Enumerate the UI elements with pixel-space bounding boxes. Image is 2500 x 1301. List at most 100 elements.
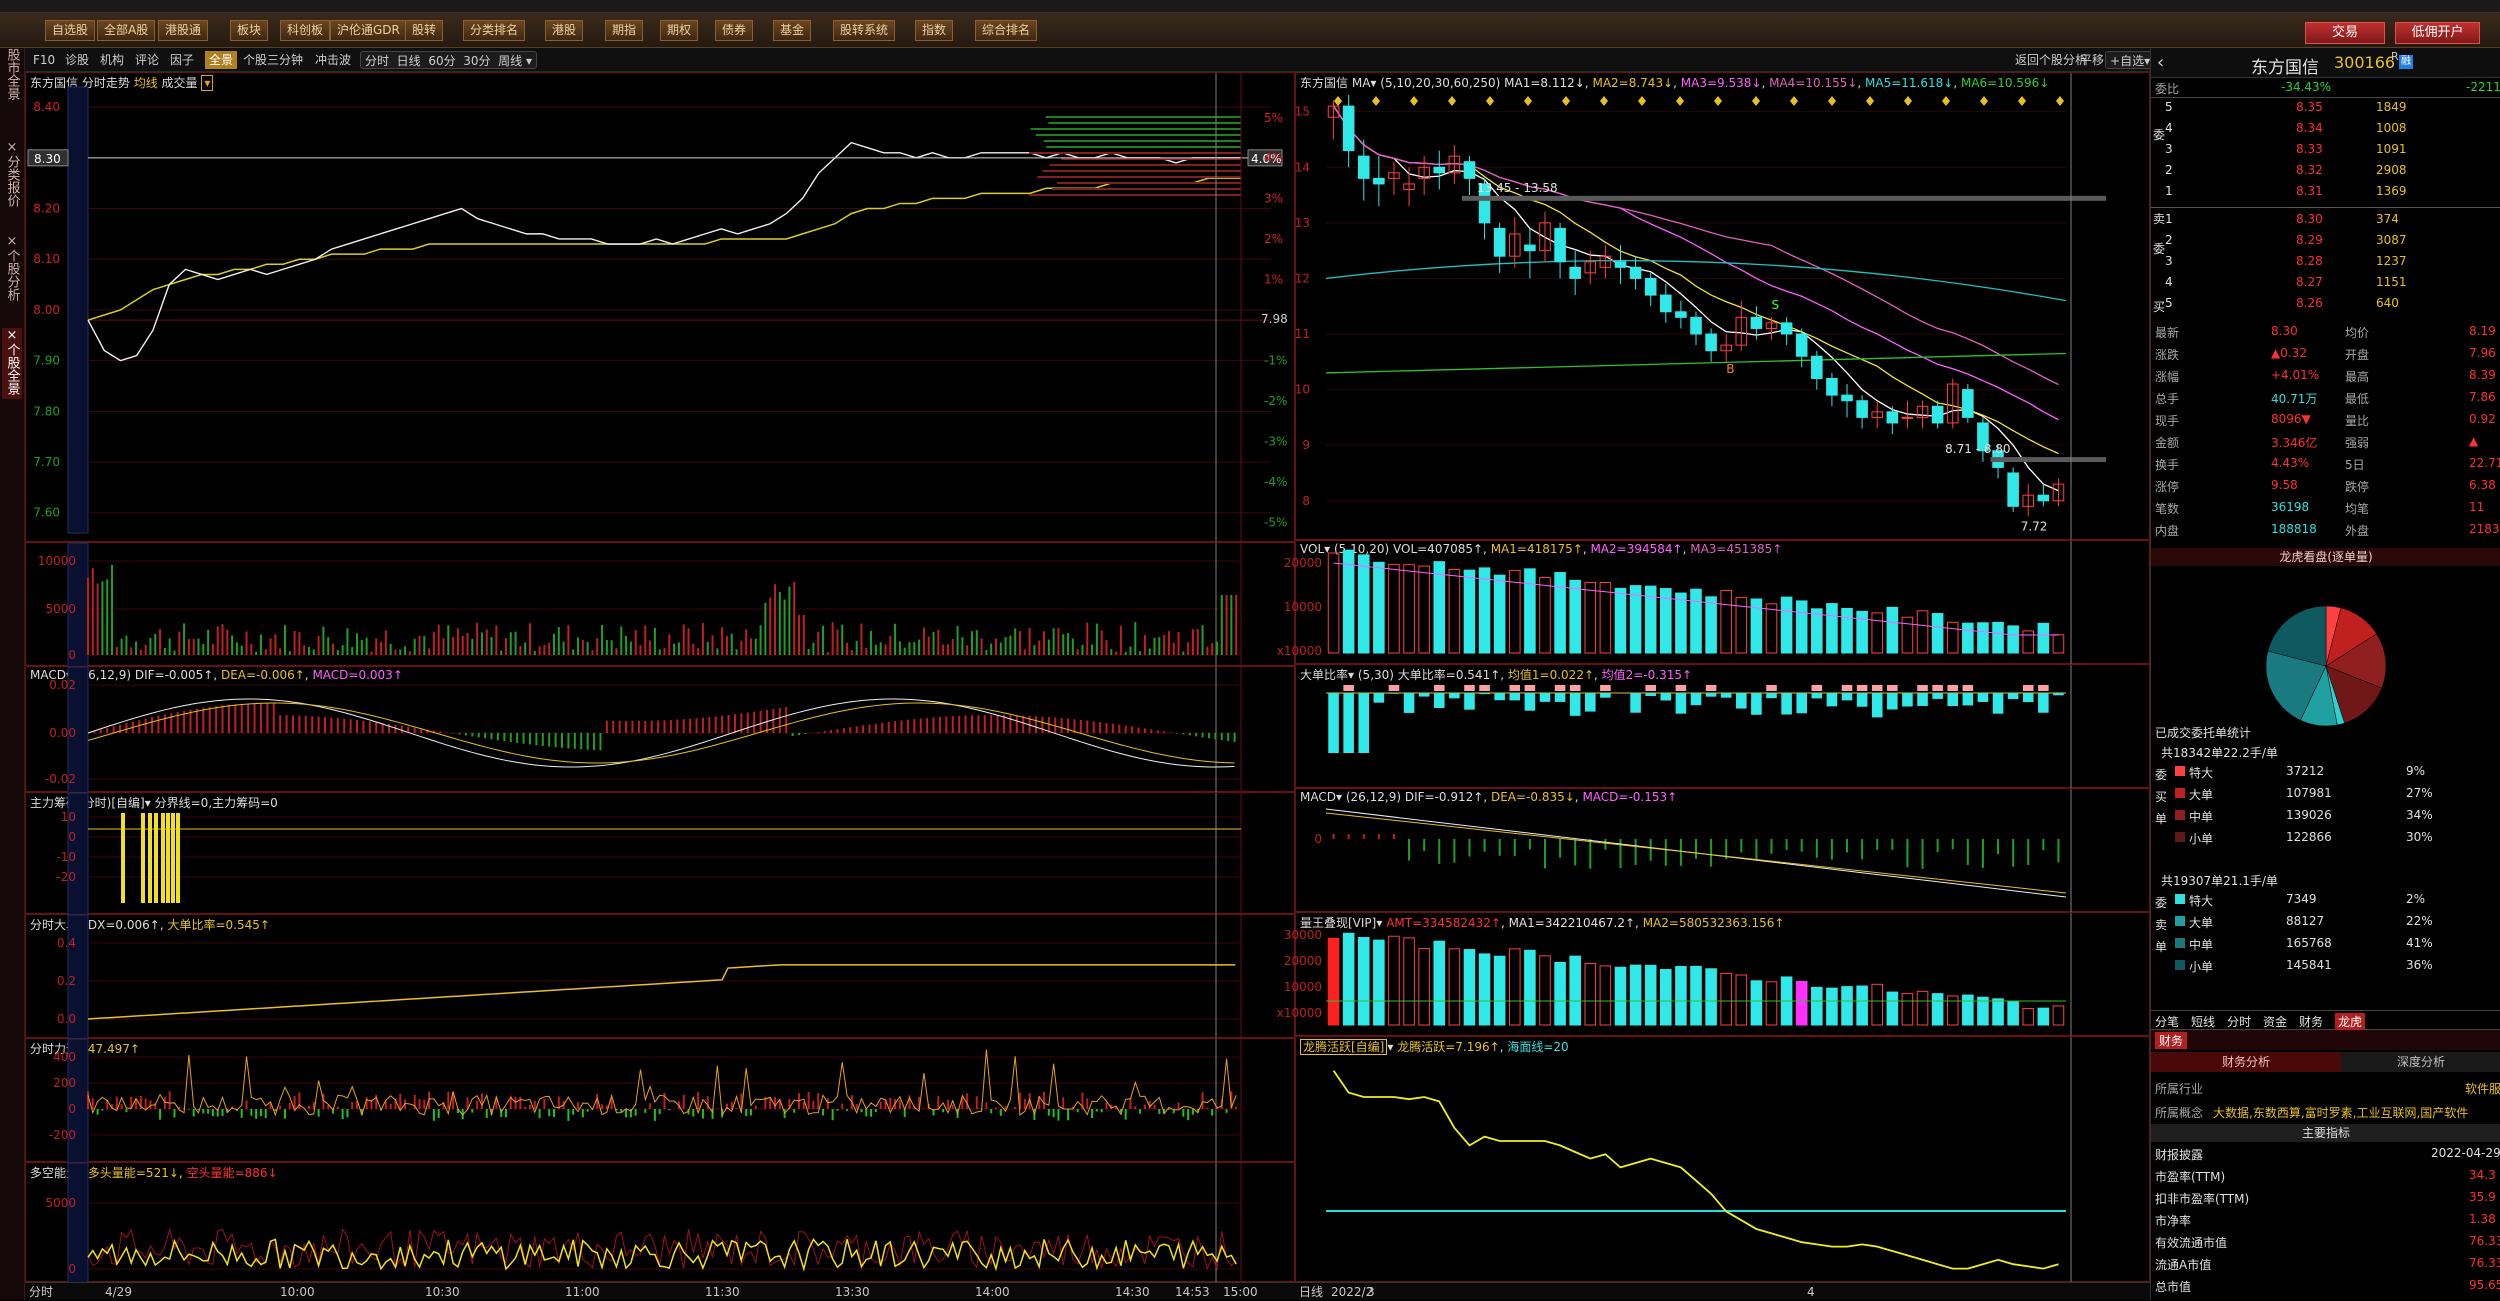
k-y-tick: 11 [1295, 327, 1310, 341]
quote-tab-1[interactable]: 短线 [2191, 1013, 2215, 1030]
chevron-left-icon[interactable]: ‹ [2157, 52, 2164, 73]
menu-item-hk-connect[interactable]: 港股通 [158, 20, 208, 41]
tab-diagnose[interactable]: 诊股 [65, 51, 89, 69]
kvol-bar [1434, 562, 1445, 653]
menu-item-all-a[interactable]: 全部A股 [97, 20, 155, 41]
open-account-button[interactable]: 低佣开户 [2395, 22, 2480, 44]
buy-type: 小单 [2189, 830, 2213, 847]
kbig-bar [1404, 693, 1415, 713]
industry-value: 软件服务 [2465, 1080, 2500, 1097]
trade-button[interactable]: 交易 [2305, 22, 2385, 44]
menu-item-transfer[interactable]: 股转 [405, 20, 443, 41]
stat-label: 换手 [2155, 456, 2179, 473]
quote-tab-5[interactable]: 龙虎 [2335, 1013, 2365, 1030]
info-icon[interactable]: 融 [2399, 55, 2413, 69]
pan-button[interactable]: 平移 [2080, 51, 2104, 69]
period-weekly[interactable]: 周线 [498, 54, 522, 68]
stat-label: 5日 [2345, 456, 2365, 473]
candle-body [1525, 245, 1536, 251]
tab-review[interactable]: 评论 [135, 51, 159, 69]
toolbar: F10 诊股 机构 评论 因子 全景 个股三分钟 冲击波 分时 日线 60分 3… [25, 48, 2150, 72]
kbig-up [1872, 685, 1883, 691]
tab-three-minutes[interactable]: 个股三分钟 [243, 51, 303, 69]
period-daily[interactable]: 日线 [397, 54, 421, 68]
kbig-bar [1676, 693, 1687, 714]
quote-tab-2[interactable]: 分时 [2227, 1013, 2251, 1030]
tab-factor[interactable]: 因子 [170, 51, 194, 69]
menu-item-sector[interactable]: 板块 [230, 20, 268, 41]
kamt-bar [1328, 938, 1339, 1025]
kdragon-panel[interactable]: 龙腾活跃[自编]▾ 龙腾活跃=7.196↑, 海面线=20 [1295, 1036, 2150, 1282]
y-tick-label: 8.20 [33, 202, 60, 216]
kmacd-panel[interactable]: MACD▾ (26,12,9) DIF=-0.912↑, DEA=-0.835↓… [1295, 788, 2150, 912]
kbig-up [1963, 685, 1974, 691]
tab-impact[interactable]: 冲击波 [315, 51, 351, 69]
quote-tab-0[interactable]: 分笔 [2155, 1013, 2179, 1030]
quote-tab-3[interactable]: 资金 [2263, 1013, 2287, 1030]
kvol-bar [1796, 601, 1807, 653]
side-tab-market[interactable]: 股市全景 [2, 48, 22, 104]
kbig-up [1389, 685, 1400, 691]
menu-item-star[interactable]: 科创板 [280, 20, 330, 41]
menu-item-watchlist[interactable]: 自选股 [45, 20, 95, 41]
dragon-title: 龙虎看盘(逐单量) [2151, 548, 2500, 566]
sell-side-char: 单 [2155, 938, 2167, 955]
menu-item-bonds[interactable]: 债券 [715, 20, 753, 41]
energy-panel[interactable]: 多空能量▾ 多头量能=521↓, 空头量能=886↓ 50000 [25, 1162, 1295, 1282]
menu-item-funds[interactable]: 基金 [773, 20, 811, 41]
time-tick-label: 14:30 [1115, 1285, 1150, 1299]
close-icon[interactable]: × [2, 328, 22, 343]
tab-panorama[interactable]: 全景 [205, 51, 237, 69]
kline-chart[interactable]: 1514131211109813.45 - 13.588.71 - 8.807.… [1296, 73, 2151, 541]
force-panel[interactable]: 分时力道▾ 47.497↑ 4002000-200 [25, 1038, 1295, 1162]
deep-analysis-tab[interactable]: 深度分析 [2341, 1052, 2500, 1072]
intraday-volume-panel[interactable]: 1000050000 [25, 542, 1295, 666]
quote-tab-4[interactable]: 财务 [2299, 1013, 2323, 1030]
tab-institution[interactable]: 机构 [100, 51, 124, 69]
menu-item-options[interactable]: 期权 [660, 20, 698, 41]
side-tab-stock-analysis[interactable]: ×个股分析 [2, 234, 22, 305]
kvol-bar [1600, 583, 1611, 653]
kvol-bar [1404, 565, 1415, 653]
kbig-panel[interactable]: 大单比率▾ (5,30) 大单比率=0.541↑, 均值1=0.022↑, 均值… [1295, 664, 2150, 788]
k-y-tick: 8 [1302, 494, 1310, 508]
kvol-panel[interactable]: VOL▾ (5,10,20) VOL=407085↑, MA1=418175↑,… [1295, 540, 2150, 664]
finance-analysis-tab[interactable]: 财务分析 [2151, 1052, 2341, 1072]
kbig-bar [2023, 693, 2034, 702]
menu-item-hk[interactable]: 港股 [545, 20, 583, 41]
side-tab-stock-panorama[interactable]: ×个股全景 [2, 328, 22, 399]
close-icon[interactable]: × [2, 234, 22, 249]
watchlist-dropdown[interactable]: +自选▾ [2105, 51, 2155, 69]
kline-panel[interactable]: 东方国信 MA▾ (5,10,20,30,60,250) MA1=8.112↓,… [1295, 72, 2150, 540]
side-tab-class-quote[interactable]: ×分类报价 [2, 140, 22, 211]
fin-value: 76.33 [2469, 1256, 2500, 1270]
k-y-tick: 10 [1295, 383, 1310, 397]
event-marker [1942, 96, 1950, 106]
intraday-macd-panel[interactable]: MACD▾ (26,12,9) DIF=-0.005↑, DEA=-0.006↑… [25, 666, 1295, 792]
finance-tab[interactable]: 财务 [2155, 1032, 2187, 1049]
menu-item-index[interactable]: 指数 [915, 20, 953, 41]
ask-price: 8.33 [2296, 142, 2323, 156]
intraday-chart[interactable]: 8.408.308.208.108.007.907.807.707.607.98… [26, 73, 1296, 543]
back-to-analysis-link[interactable]: 返回个股分析 [2015, 51, 2087, 69]
sell-side-char: 委 [2155, 894, 2167, 911]
kbig-bar [1766, 693, 1777, 698]
chevron-down-icon[interactable]: ▾ [526, 54, 532, 68]
menu-item-overall-rank[interactable]: 综合排名 [975, 20, 1037, 41]
menu-item-futures[interactable]: 期指 [605, 20, 643, 41]
period-30m[interactable]: 30分 [463, 54, 490, 68]
dx-panel[interactable]: 分时大单▾ DX=0.006↑, 大单比率=0.545↑ 0.40.20.0 [25, 914, 1295, 1038]
period-60m[interactable]: 60分 [428, 54, 455, 68]
close-icon[interactable]: × [2, 140, 22, 155]
kamt-panel[interactable]: 量王叠现[VIP]▾ AMT=334582432↑, MA1=342210467… [1295, 912, 2150, 1036]
period-intraday[interactable]: 分时 [365, 54, 389, 68]
y-tick-label: 0 [68, 648, 76, 662]
menu-item-class-rank[interactable]: 分类排名 [463, 20, 525, 41]
chip-panel[interactable]: 主力筹码(分时)[自编]▾ 分界线=0,主力筹码=0 100-10-20 [25, 792, 1295, 914]
tab-f10[interactable]: F10 [33, 51, 55, 69]
kbig-bar [1827, 693, 1838, 706]
ask-level: 2 [2165, 163, 2173, 177]
menu-item-gdr[interactable]: 沪伦通GDR [330, 20, 407, 41]
menu-item-transfer-sys[interactable]: 股转系统 [833, 20, 895, 41]
intraday-price-panel[interactable]: 东方国信 分时走势 均线 成交量 ▾ 8.408.308.208.108.007… [25, 72, 1295, 542]
